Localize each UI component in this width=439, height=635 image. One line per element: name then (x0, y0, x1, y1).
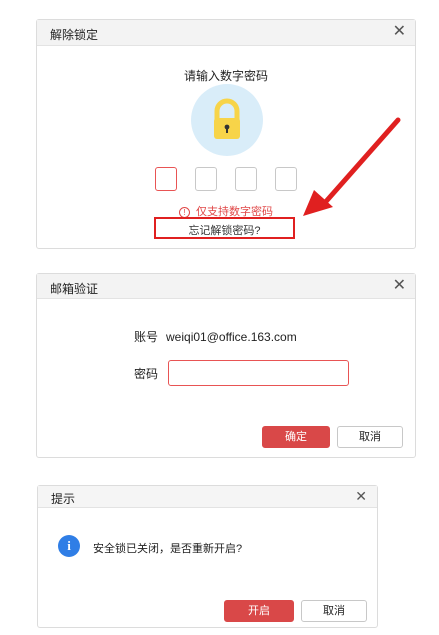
prompt-dialog-title: 提示 (51, 492, 76, 506)
pin-digit-1[interactable] (155, 167, 177, 191)
unlock-dialog: 解除锁定 ✕ 请输入数字密码 ! 仅支持数字密码 忘记解锁密码? (36, 19, 416, 249)
account-row: 账号 weiqi01@office.163.com (134, 328, 297, 345)
padlock-icon (191, 84, 263, 156)
prompt-dialog-titlebar: 提示 ✕ (38, 486, 377, 508)
enable-button[interactable]: 开启 (224, 600, 294, 622)
prompt-dialog: 提示 ✕ i 安全锁已关闭，是否重新开启? 开启 取消 (37, 485, 378, 628)
cancel-button[interactable]: 取消 (337, 426, 403, 448)
email-dialog-titlebar: 邮箱验证 ✕ (37, 274, 415, 299)
account-value: weiqi01@office.163.com (166, 330, 297, 344)
email-verify-dialog: 邮箱验证 ✕ 账号 weiqi01@office.163.com 密码 确定 取消 (36, 273, 416, 458)
unlock-dialog-title: 解除锁定 (50, 28, 99, 42)
pin-digit-3[interactable] (235, 167, 257, 191)
confirm-button[interactable]: 确定 (262, 426, 330, 448)
unlock-prompt: 请输入数字密码 (183, 69, 268, 83)
close-icon[interactable]: ✕ (393, 278, 406, 294)
close-icon[interactable]: ✕ (393, 24, 406, 40)
pin-digit-4[interactable] (275, 167, 297, 191)
password-label: 密码 (134, 367, 159, 381)
pin-digit-2[interactable] (195, 167, 217, 191)
forgot-link-highlight: 忘记解锁密码? (154, 217, 295, 239)
error-icon: ! (179, 206, 190, 218)
prompt-message: 安全锁已关闭，是否重新开启? (93, 543, 243, 555)
password-input[interactable] (168, 360, 349, 386)
forgot-password-link[interactable]: 忘记解锁密码? (156, 222, 293, 238)
email-dialog-title: 邮箱验证 (50, 282, 99, 296)
account-label: 账号 (134, 330, 159, 344)
info-icon: i (58, 535, 80, 557)
unlock-dialog-titlebar: 解除锁定 ✕ (37, 20, 415, 46)
cancel-button[interactable]: 取消 (301, 600, 367, 622)
close-icon[interactable]: ✕ (355, 489, 367, 503)
